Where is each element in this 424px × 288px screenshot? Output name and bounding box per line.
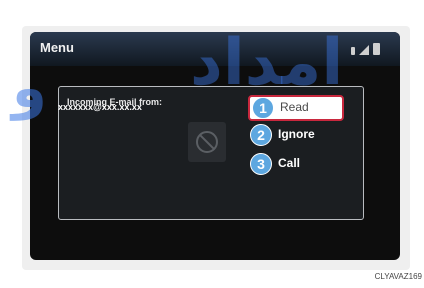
number-2-badge: 2: [250, 124, 272, 146]
number-3-badge: 3: [250, 153, 272, 175]
contact-image: [188, 122, 226, 162]
bluetooth-icon: [351, 47, 355, 55]
ignore-label: Ignore: [278, 127, 315, 141]
number-1-badge: 1: [252, 97, 274, 119]
ignore-button[interactable]: 2 Ignore: [248, 124, 352, 146]
status-icons: [351, 43, 380, 55]
watermark-right: امداد: [190, 26, 344, 100]
signal-icon: [359, 45, 369, 55]
call-label: Call: [278, 156, 301, 170]
menu-title[interactable]: Menu: [40, 40, 74, 55]
battery-icon: [373, 43, 380, 55]
sender-address: xxxxxxx@xxx.xx.xx: [58, 102, 142, 112]
no-sign-icon: [196, 131, 218, 153]
call-button[interactable]: 3 Call: [248, 153, 352, 175]
watermark-left: ﻭ: [12, 56, 47, 121]
read-label: Read: [280, 100, 309, 114]
figure-caption: CLYAVAZ169: [374, 272, 422, 281]
